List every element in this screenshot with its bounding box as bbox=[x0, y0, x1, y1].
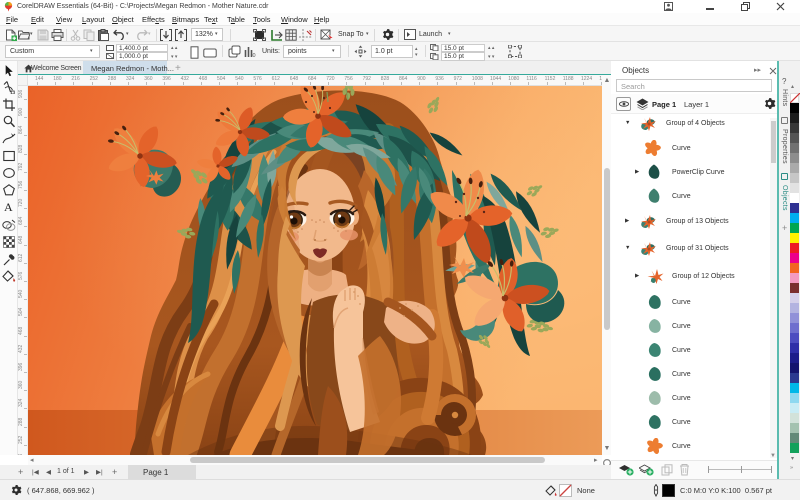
svg-text:0: 0 bbox=[253, 53, 256, 58]
